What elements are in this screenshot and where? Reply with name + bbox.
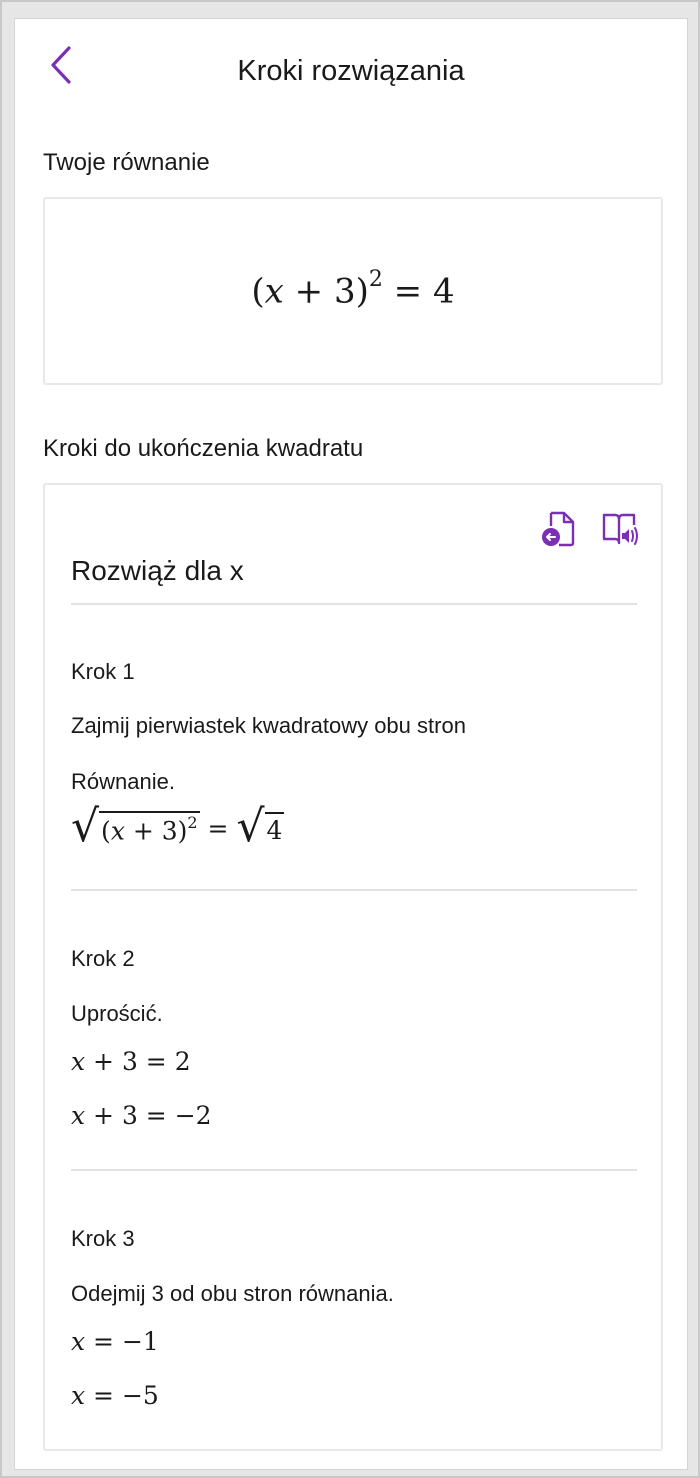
equation-display: (x + 3)2 = 4 — [251, 266, 455, 312]
steps-card: Rozwiąż dla x Krok 1 Zajmij pierwiastek … — [43, 483, 663, 1451]
immersive-reader-icon — [602, 513, 638, 545]
step-2-equation-2: x + 3 = −2 — [71, 1101, 212, 1130]
equation-section-label: Twoje równanie — [43, 149, 210, 176]
immersive-reader-button[interactable] — [601, 509, 641, 549]
divider — [71, 889, 637, 891]
step-3-text: Odejmij 3 od obu stron równania. — [71, 1281, 394, 1306]
step-1-heading: Krok 1 — [71, 659, 135, 684]
header: Kroki rozwiązania — [15, 19, 687, 119]
divider — [71, 1169, 637, 1171]
app-frame: Kroki rozwiązania Twoje równanie (x + 3)… — [0, 0, 700, 1478]
steps-section-label: Kroki do ukończenia kwadratu — [43, 435, 364, 462]
square-root: √ (x + 3)2 — [71, 801, 200, 852]
page-title: Kroki rozwiązania — [237, 55, 465, 87]
export-document-icon — [542, 511, 575, 547]
step-3-equation-2: x = −5 — [71, 1381, 159, 1410]
solve-title: Rozwiąż dla x — [71, 555, 244, 586]
step-1-equation: √ (x + 3)2 = √ 4 — [71, 801, 285, 852]
square-root: √ 4 — [236, 801, 285, 852]
step-2-heading: Krok 2 — [71, 946, 135, 971]
step-3-equation-1: x = −1 — [71, 1327, 159, 1356]
step-2-text: Uprościć. — [71, 1001, 163, 1026]
step-1-text-continued: Równanie. — [71, 769, 175, 794]
equation-card: (x + 3)2 = 4 — [43, 197, 663, 385]
export-document-button[interactable] — [539, 509, 579, 549]
divider — [71, 603, 637, 605]
step-1-text: Zajmij pierwiastek kwadratowy obu stron — [71, 713, 466, 738]
step-3-heading: Krok 3 — [71, 1226, 135, 1251]
solution-steps-panel: Kroki rozwiązania Twoje równanie (x + 3)… — [14, 18, 688, 1470]
step-2-equation-1: x + 3 = 2 — [71, 1047, 191, 1076]
